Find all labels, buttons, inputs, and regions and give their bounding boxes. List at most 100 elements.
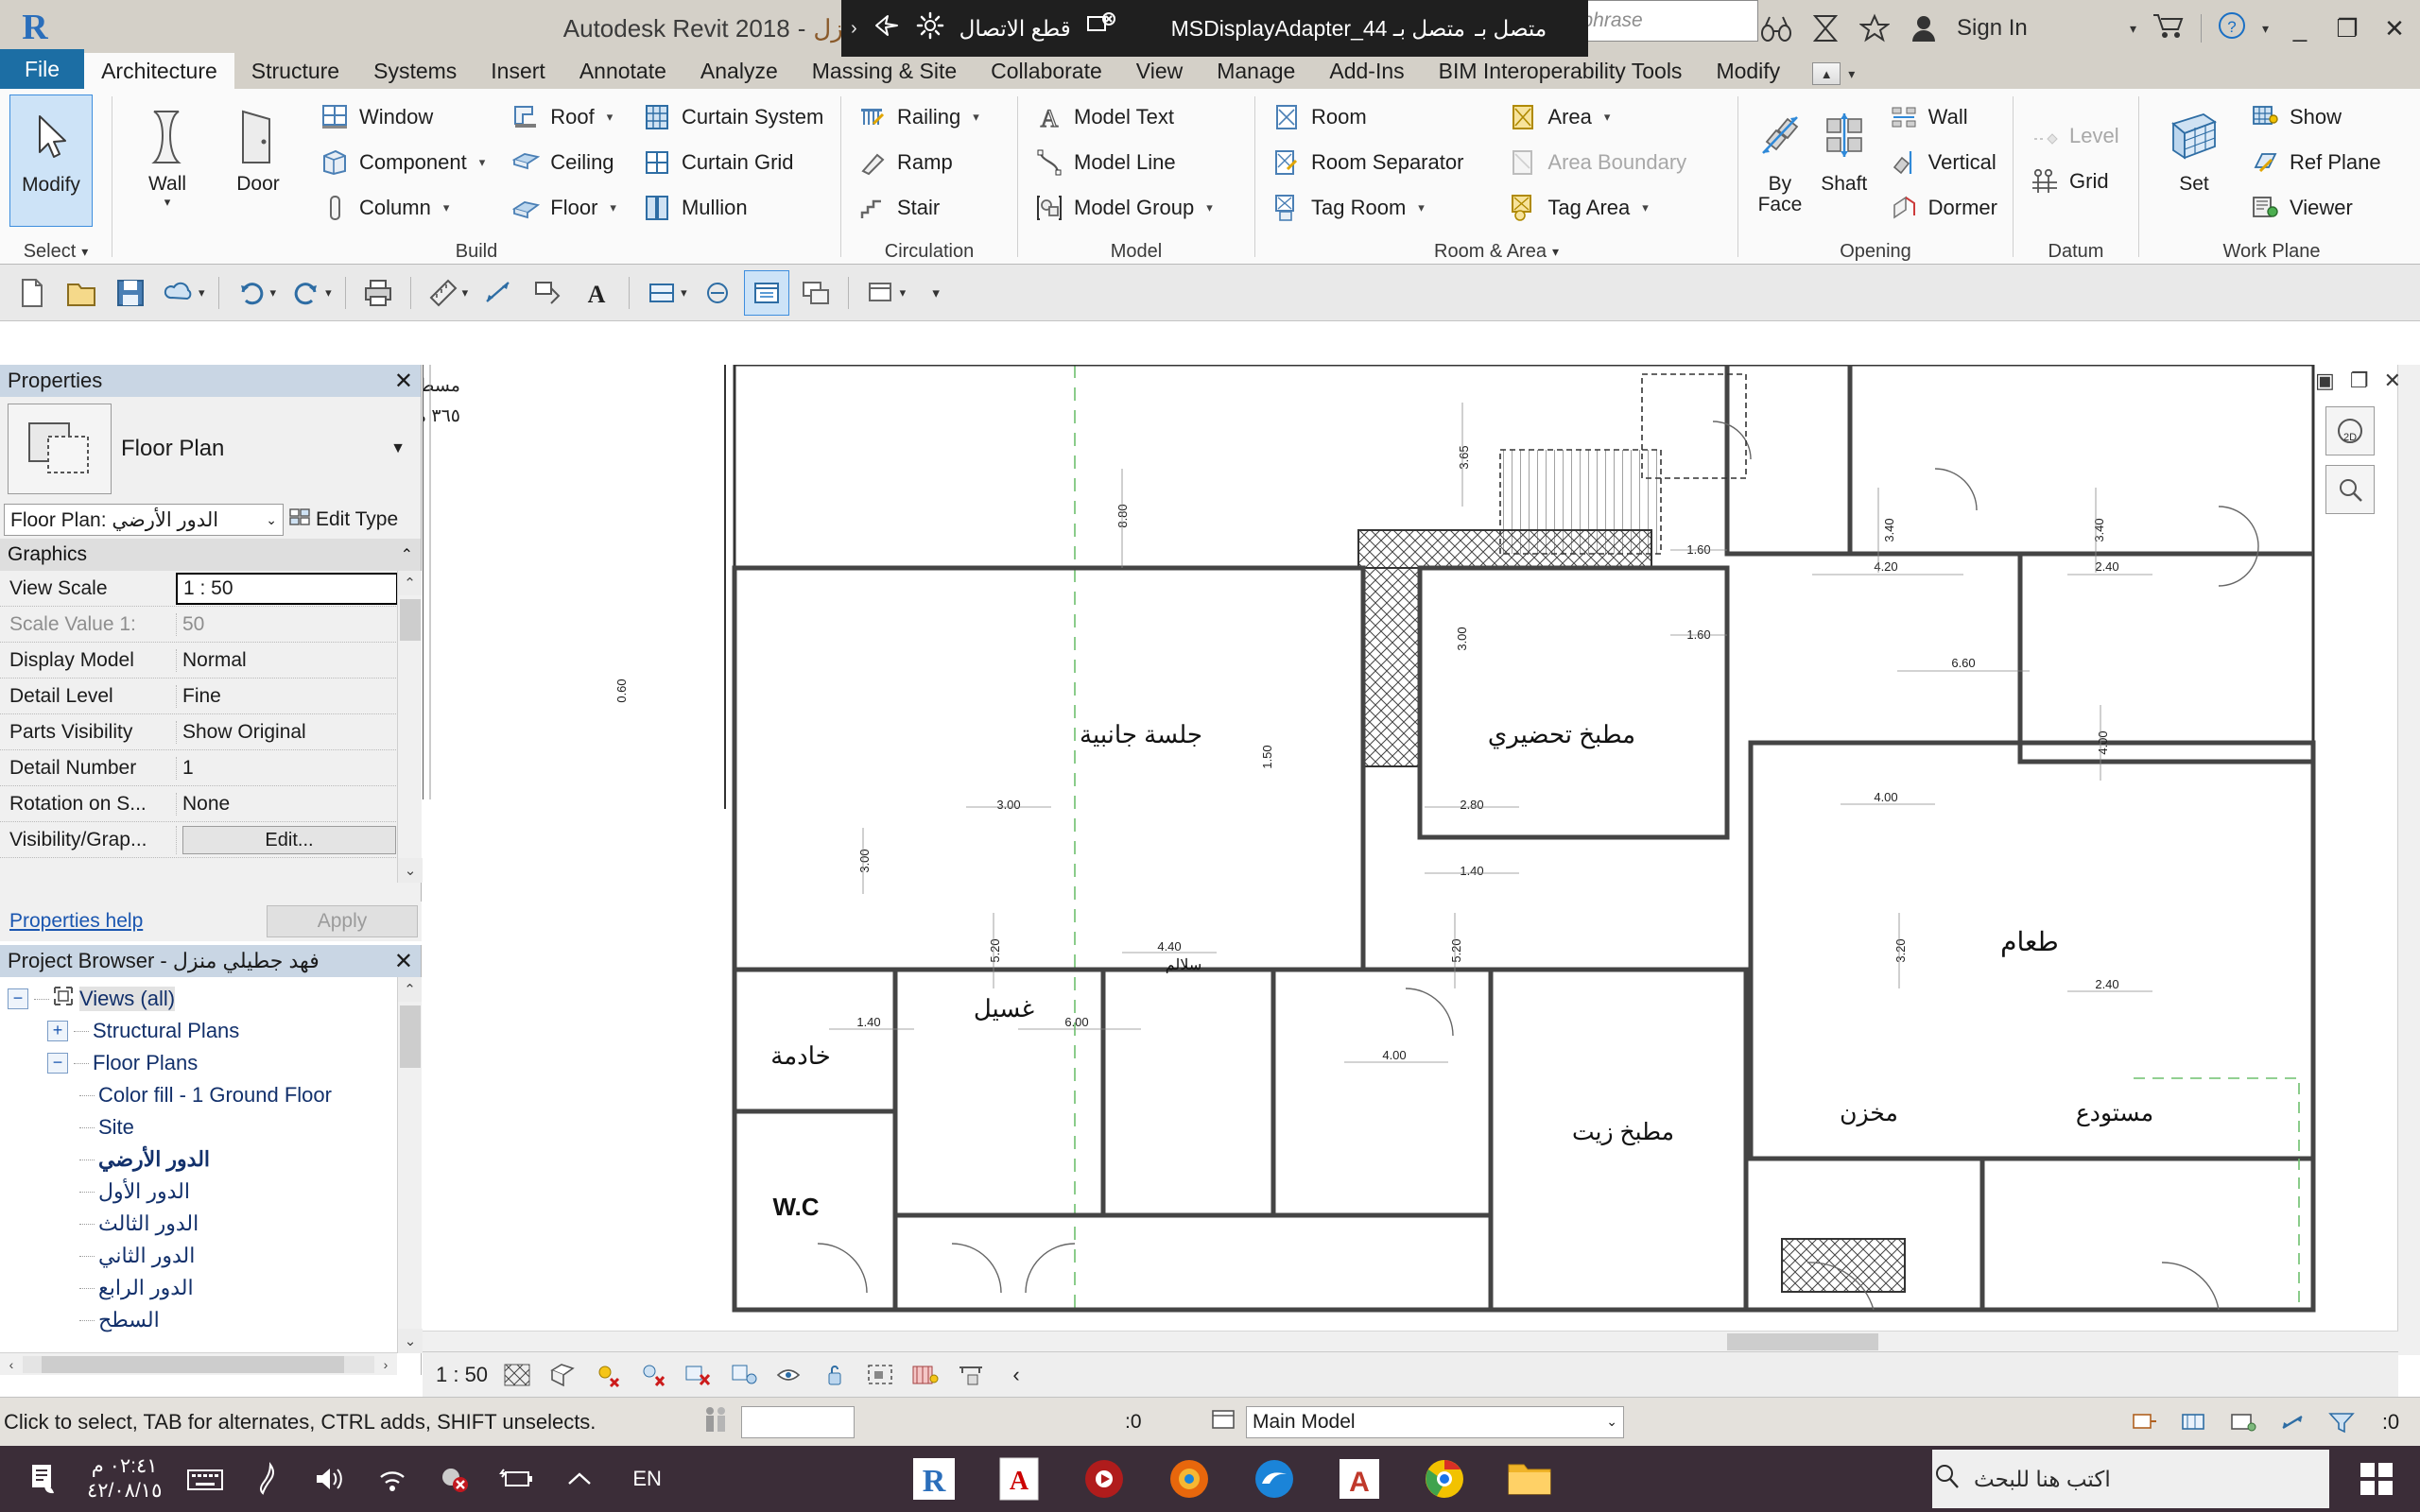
tab-file[interactable]: File [0,49,85,89]
property-value-detail-level[interactable]: Fine [176,684,421,708]
property-value-view-scale[interactable]: 1 : 50 [176,572,398,605]
window-list-chevron-down-icon[interactable]: ▾ [900,285,907,301]
tab-collaborate[interactable]: Collaborate [974,53,1119,89]
property-row-display-model[interactable]: Display Model Normal [0,643,421,679]
properties-scroll-thumb[interactable] [400,599,421,641]
restore-view-icon[interactable]: ❐ [2350,369,2369,393]
sign-in-button[interactable]: Sign In [1957,15,2028,42]
type-selector-chevron-down-icon[interactable]: ⌄ [266,512,277,528]
view-cube-2d-icon[interactable]: 2D [2325,406,2375,455]
properties-help-link[interactable]: Properties help [4,910,143,933]
tree-node-first-floor[interactable]: الدور الأول [4,1176,421,1208]
curtain-grid-button[interactable]: Curtain Grid [635,142,829,183]
panel-select-chevron-down-icon[interactable]: ▾ [81,244,88,260]
help-icon[interactable]: ? [2217,10,2247,46]
filter-icon[interactable] [2325,1408,2358,1436]
stair-button[interactable]: Stair [851,187,985,229]
main-model-chevron-down-icon[interactable]: ⌄ [1606,1414,1617,1430]
exchange-apps-icon[interactable] [1807,10,1843,46]
disconnect-display-icon[interactable] [1086,11,1116,46]
ribbon-options-chevron-down-icon[interactable]: ▾ [1848,66,1855,82]
redo-icon[interactable] [284,270,329,316]
aligned-dimension-icon[interactable] [475,270,521,316]
acrobat-taskbar-icon[interactable]: A [993,1452,1046,1505]
tree-node-views-all[interactable]: − Views (all) [4,983,421,1015]
window-button[interactable]: Window [313,96,491,138]
ramp-button[interactable]: Ramp [851,142,985,183]
tree-node-color-fill[interactable]: Color fill - 1 Ground Floor [4,1079,421,1111]
section-icon[interactable] [639,270,684,316]
close-hidden-windows-icon[interactable] [743,269,789,316]
tab-modify[interactable]: Modify [1699,53,1797,89]
new-file-icon[interactable] [9,270,55,316]
start-button[interactable] [2333,1446,2420,1512]
property-row-rotation-on-sheet[interactable]: Rotation on S... None [0,786,421,822]
opening-vertical-button[interactable]: Vertical [1882,142,2003,183]
tree-node-ground-floor[interactable]: الدور الأرضي [4,1143,421,1176]
model-group-chevron-down-icon[interactable]: ▾ [1206,200,1213,215]
door-button[interactable]: Door [213,94,303,195]
touch-keyboard-icon[interactable] [186,1458,224,1500]
area-chevron-down-icon[interactable]: ▾ [1604,110,1611,125]
tree-node-structural-plans[interactable]: + Structural Plans [4,1015,421,1047]
help-chevron-down-icon[interactable]: ▾ [2262,21,2269,37]
browser-hscroll-track[interactable] [23,1355,374,1373]
wifi-icon[interactable] [373,1458,411,1500]
revit-taskbar-icon[interactable]: R [908,1452,960,1505]
worksharing-display-icon[interactable] [955,1360,987,1390]
model-group-button[interactable]: Model Group ▾ [1028,187,1219,229]
zoom-navigation-icon[interactable] [2325,465,2375,514]
component-button[interactable]: Component ▾ [313,142,491,183]
binoculars-icon[interactable] [1758,10,1794,46]
property-row-parts-visibility[interactable]: Parts Visibility Show Original [0,714,421,750]
opening-dormer-button[interactable]: Dormer [1882,187,2003,229]
save-as-cloud-icon[interactable] [157,270,202,316]
volume-icon[interactable] [311,1458,349,1500]
search-icon[interactable] [1932,1462,1961,1496]
column-chevron-down-icon[interactable]: ▾ [443,200,450,215]
redo-chevron-down-icon[interactable]: ▾ [325,285,332,301]
maximize-view-icon[interactable]: ▣ [2315,369,2335,393]
property-value-parts-visibility[interactable]: Show Original [176,720,421,744]
notifications-icon[interactable] [25,1458,62,1500]
rendering-off-icon[interactable] [683,1360,715,1390]
reveal-hidden-elements-icon[interactable] [909,1360,942,1390]
wall-chevron-down-icon[interactable]: ▾ [164,195,171,210]
text-icon[interactable]: A [574,270,619,316]
design-options-icon[interactable] [2129,1408,2161,1436]
browser-scroll-down-icon[interactable]: ⌄ [398,1329,423,1353]
room-separator-button[interactable]: Room Separator [1265,142,1469,183]
window-list-icon[interactable] [858,270,904,316]
project-browser-hscrollbar[interactable]: ‹ › [0,1352,397,1375]
project-browser-scrollbar[interactable]: ⌃ ⌄ [397,977,423,1353]
tag-area-button[interactable]: Tag Area ▾ [1501,187,1692,229]
roof-chevron-down-icon[interactable]: ▾ [607,110,614,125]
panel-room-and-area-title[interactable]: Room & Area ▾ [1255,238,1737,265]
media-player-taskbar-icon[interactable] [1078,1452,1131,1505]
tab-manage[interactable]: Manage [1200,53,1312,89]
save-icon[interactable] [108,270,153,316]
tree-node-roof[interactable]: السطح [4,1304,421,1336]
project-browser-close-icon[interactable]: ✕ [394,948,413,975]
tree-node-fourth-floor[interactable]: الدور الرابع [4,1272,421,1304]
undo-icon[interactable] [229,270,274,316]
close-button[interactable]: ✕ [2378,14,2411,43]
measure-icon[interactable] [421,270,466,316]
properties-close-icon[interactable]: ✕ [394,368,413,395]
shadows-off-icon[interactable] [637,1360,669,1390]
user-account-icon[interactable] [1906,10,1942,46]
unlock-3d-view-icon[interactable] [819,1360,851,1390]
exclude-options-icon[interactable] [2178,1408,2210,1436]
visual-style-icon[interactable] [546,1360,579,1390]
browser-scroll-left-icon[interactable]: ‹ [0,1357,23,1372]
favorites-star-icon[interactable] [1857,10,1893,46]
main-model-combobox[interactable]: Main Model ⌄ [1246,1405,1624,1438]
show-workplane-button[interactable]: Show [2243,96,2387,138]
tab-view[interactable]: View [1119,53,1200,89]
disconnect-label[interactable]: قطع الاتصال [959,16,1071,42]
canvas-hscroll-thumb[interactable] [1727,1333,1878,1350]
show-hidden-icons-icon[interactable] [561,1458,598,1500]
tag-icon[interactable] [525,270,570,316]
taskbar-search-box[interactable]: اكتب هنا للبحث [1932,1450,2329,1508]
property-value-detail-number[interactable]: 1 [176,756,421,780]
